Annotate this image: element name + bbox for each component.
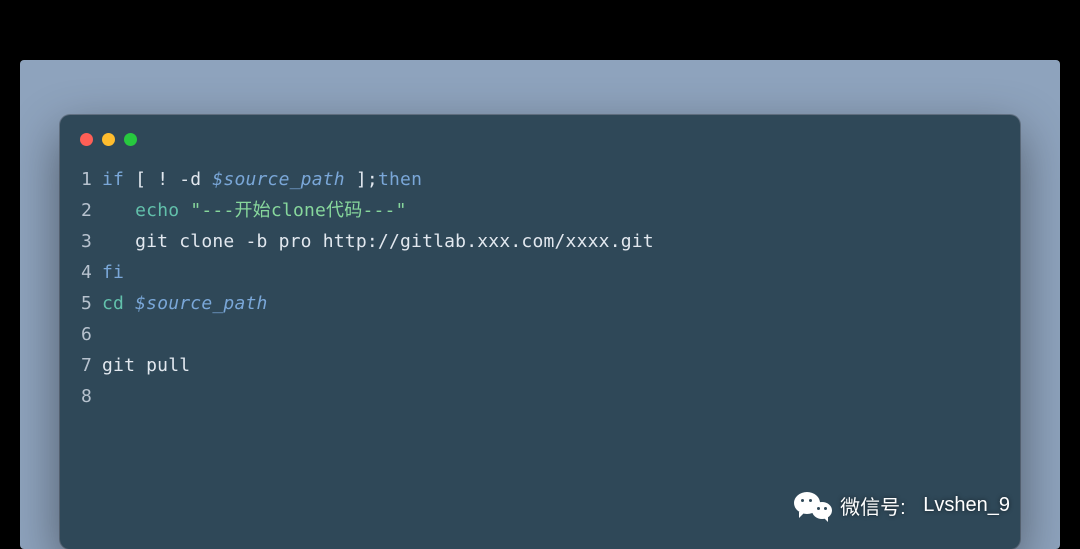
window-traffic-lights — [60, 115, 1020, 152]
code-line: 4fi — [70, 257, 1010, 288]
code-token — [102, 200, 135, 221]
code-line: 7git pull — [70, 350, 1010, 381]
code-content: cd $source_path — [102, 288, 268, 319]
code-token: "---开始clone代码---" — [190, 200, 406, 221]
line-number: 5 — [70, 288, 102, 319]
code-token: echo — [135, 200, 179, 221]
code-token: fi — [102, 262, 124, 283]
code-token: $source_path — [212, 169, 344, 190]
code-token: cd — [102, 293, 124, 314]
line-number: 4 — [70, 257, 102, 288]
zoom-icon[interactable] — [124, 133, 137, 146]
minimize-icon[interactable] — [102, 133, 115, 146]
code-token: $source_path — [135, 293, 267, 314]
close-icon[interactable] — [80, 133, 93, 146]
wechat-watermark: 微信号: Lvshen_9 — [792, 489, 1010, 521]
code-content: echo "---开始clone代码---" — [102, 195, 407, 226]
code-token: ]; — [345, 169, 378, 190]
code-token: git pull — [102, 355, 190, 376]
code-content: git clone -b pro http://gitlab.xxx.com/x… — [102, 226, 654, 257]
code-token: [ ! -d — [124, 169, 212, 190]
line-number: 7 — [70, 350, 102, 381]
code-token: git clone -b pro http://gitlab.xxx.com/x… — [102, 231, 654, 252]
code-token — [124, 293, 135, 314]
code-line: 5cd $source_path — [70, 288, 1010, 319]
background-panel: 1if [ ! -d $source_path ];then2 echo "--… — [20, 60, 1060, 549]
top-black-bar — [0, 0, 1080, 60]
line-number: 2 — [70, 195, 102, 226]
line-number: 3 — [70, 226, 102, 257]
wechat-icon — [792, 489, 834, 521]
code-token — [179, 200, 190, 221]
code-line: 3 git clone -b pro http://gitlab.xxx.com… — [70, 226, 1010, 257]
line-number: 1 — [70, 164, 102, 195]
code-content: git pull — [102, 350, 190, 381]
code-line: 2 echo "---开始clone代码---" — [70, 195, 1010, 226]
code-area: 1if [ ! -d $source_path ];then2 echo "--… — [60, 152, 1020, 432]
code-line: 1if [ ! -d $source_path ];then — [70, 164, 1010, 195]
line-number: 8 — [70, 381, 102, 412]
code-content: if [ ! -d $source_path ];then — [102, 164, 422, 195]
code-content: fi — [102, 257, 124, 288]
watermark-handle: Lvshen_9 — [923, 494, 1010, 517]
code-token: then — [378, 169, 422, 190]
line-number: 6 — [70, 319, 102, 350]
code-token: if — [102, 169, 124, 190]
code-line: 6 — [70, 319, 1010, 350]
code-line: 8 — [70, 381, 1010, 412]
code-window: 1if [ ! -d $source_path ];then2 echo "--… — [60, 115, 1020, 549]
watermark-label-prefix: 微信号: — [840, 491, 906, 520]
